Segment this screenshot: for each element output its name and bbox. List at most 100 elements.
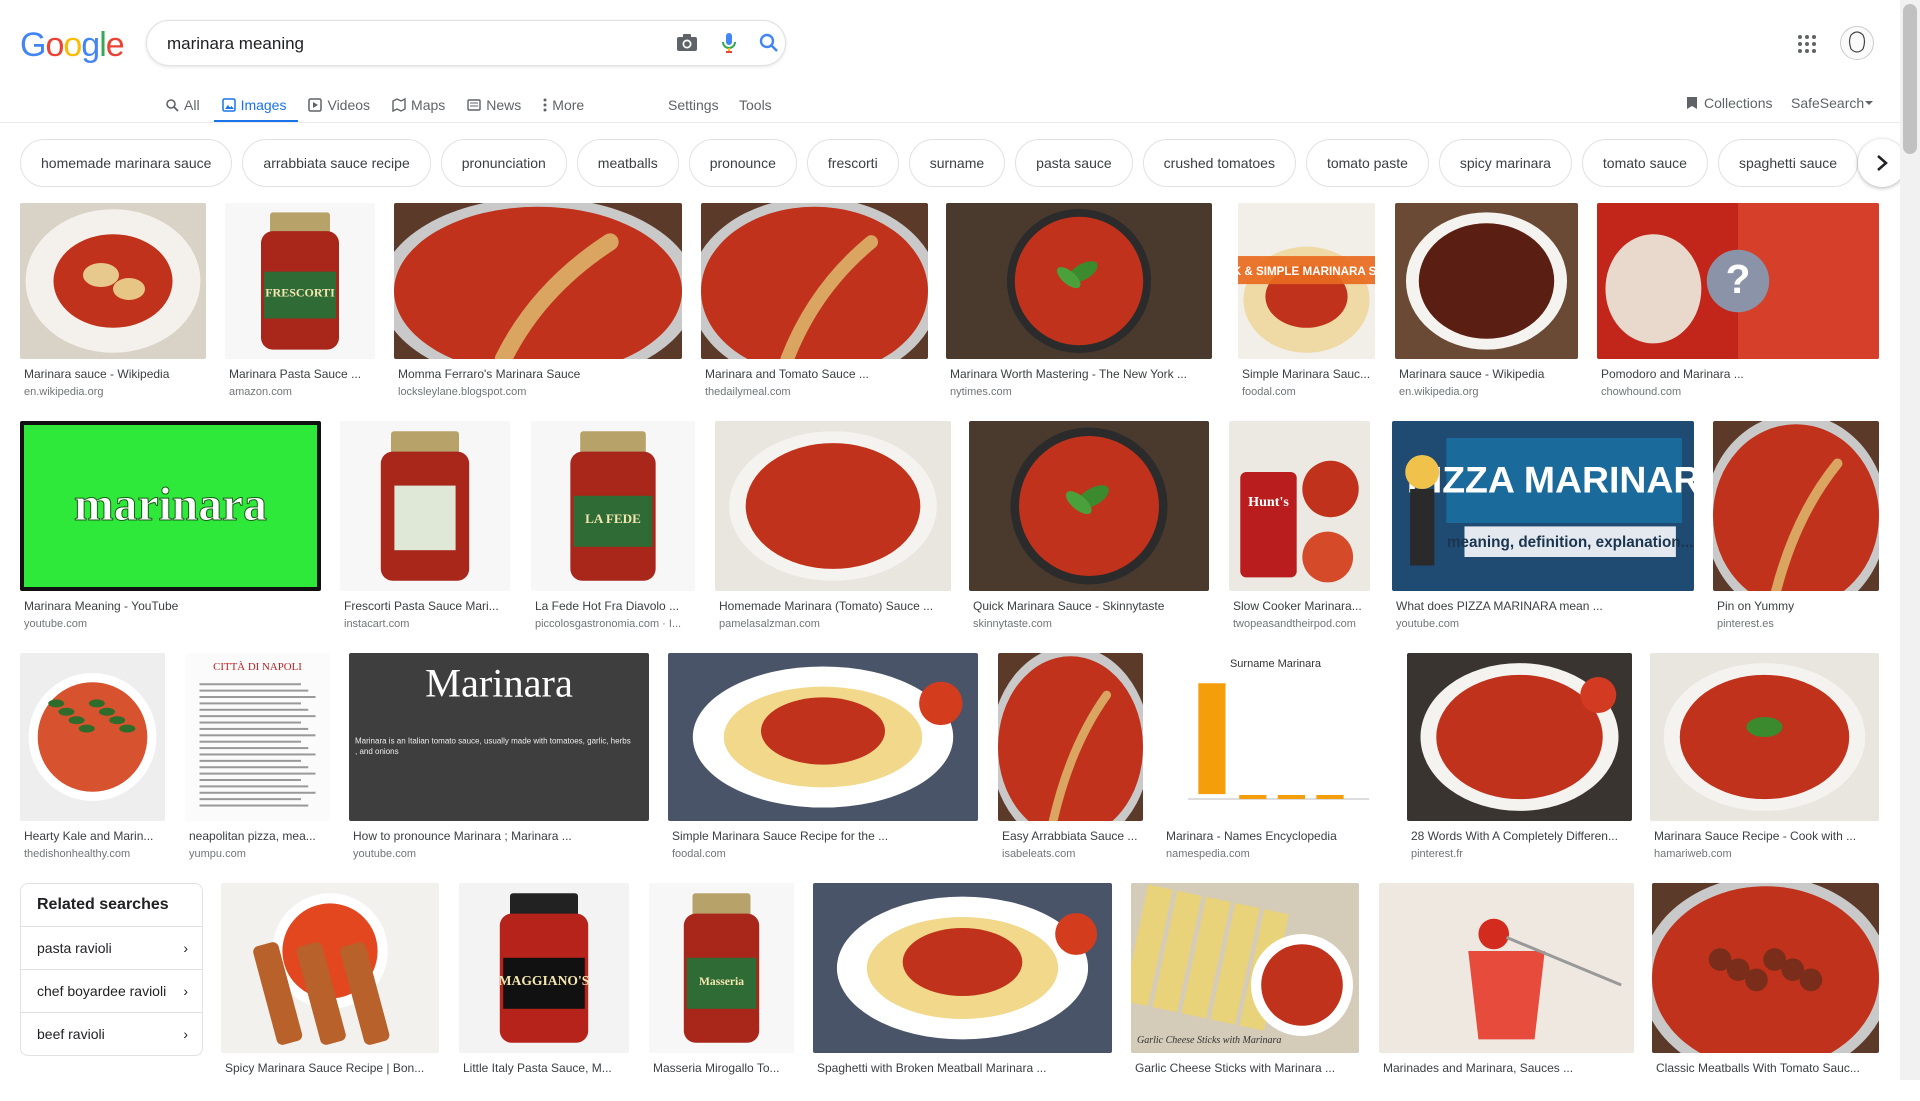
image-result[interactable]: Marinara Worth Mastering - The New York … — [946, 203, 1212, 407]
result-title[interactable]: neapolitan pizza, mea... — [189, 829, 326, 843]
image-result[interactable]: Classic Meatballs With Tomato Sauc... — [1652, 883, 1879, 1101]
related-search-item[interactable]: pasta ravioli › — [21, 927, 202, 970]
result-thumbnail[interactable]: FRESCORTI — [225, 203, 375, 359]
chip-tomato-sauce[interactable]: tomato sauce — [1581, 139, 1708, 187]
image-result[interactable]: Marinades and Marinara, Sauces ... — [1379, 883, 1634, 1101]
result-title[interactable]: Classic Meatballs With Tomato Sauc... — [1656, 1061, 1875, 1075]
result-thumbnail[interactable]: QUICK & SIMPLE MARINARA SAUCE — [1238, 203, 1375, 359]
result-thumbnail[interactable] — [1650, 653, 1879, 821]
chip-pronounce[interactable]: pronounce — [688, 139, 797, 187]
result-thumbnail[interactable] — [813, 883, 1112, 1053]
image-result[interactable]: Quick Marinara Sauce - Skinnytaste skinny… — [969, 421, 1209, 639]
chip-arrabbiata-sauce-recipe[interactable]: arrabbiata sauce recipe — [242, 139, 431, 187]
result-title[interactable]: Hearty Kale and Marin... — [24, 829, 161, 843]
image-result[interactable]: LA FEDE La Fede Hot Fra Diavolo ... piccol… — [531, 421, 695, 639]
chip-surname[interactable]: surname — [908, 139, 1006, 187]
result-thumbnail[interactable] — [701, 203, 928, 359]
result-thumbnail[interactable]: CITTÀ DI NAPOLI — [185, 653, 330, 821]
result-thumbnail[interactable] — [1395, 203, 1578, 359]
result-thumbnail[interactable]: PIZZA MARINARA meaning, definition, expla… — [1392, 421, 1694, 591]
result-thumbnail[interactable] — [998, 653, 1143, 821]
result-thumbnail[interactable] — [1652, 883, 1879, 1053]
image-result[interactable]: CITTÀ DI NAPOLI neapolitan pizza, mea... y… — [185, 653, 330, 869]
chip-crushed-tomatoes[interactable]: crushed tomatoes — [1142, 139, 1296, 187]
image-result[interactable]: PIZZA MARINARA meaning, definition, expla… — [1392, 421, 1694, 639]
image-result[interactable]: Marinara sauce - Wikipedia en.wikipedia.o… — [20, 203, 206, 407]
chip-pronunciation[interactable]: pronunciation — [440, 139, 567, 187]
result-title[interactable]: Marinara Worth Mastering - The New York … — [950, 367, 1208, 381]
tab-more[interactable]: More — [543, 88, 584, 122]
result-thumbnail[interactable]: LA FEDE — [531, 421, 695, 591]
result-title[interactable]: Quick Marinara Sauce - Skinnytaste — [973, 599, 1205, 613]
result-thumbnail[interactable] — [946, 203, 1212, 359]
image-result[interactable]: ? Pomodoro and Marinara ... chowhound.com — [1597, 203, 1879, 407]
result-title[interactable]: Spicy Marinara Sauce Recipe | Bon... — [225, 1061, 435, 1075]
result-title[interactable]: Masseria Mirogallo To... — [653, 1061, 790, 1075]
page-scrollbar[interactable] — [1900, 0, 1920, 1080]
image-result[interactable]: 28 Words With A Completely Differen... pi… — [1407, 653, 1632, 869]
result-thumbnail[interactable]: Surname Marinara — [1162, 653, 1389, 821]
result-thumbnail[interactable] — [1407, 653, 1632, 821]
settings-link[interactable]: Settings — [668, 88, 719, 122]
chip-frescorti[interactable]: frescorti — [806, 139, 899, 187]
search-box[interactable]: marinara meaning — [146, 20, 786, 66]
result-title[interactable]: Marinara Pasta Sauce ... — [229, 367, 371, 381]
tab-images[interactable]: Images — [213, 88, 299, 123]
image-result[interactable]: MAGGIANO'S Little Italy Pasta Sauce, M... — [459, 883, 629, 1101]
result-title[interactable]: Marinara sauce - Wikipedia — [24, 367, 202, 381]
google-logo[interactable]: Google — [20, 26, 125, 65]
tools-link[interactable]: Tools — [739, 88, 772, 122]
image-result[interactable]: Marinara Sauce Recipe - Cook with ... ham… — [1650, 653, 1879, 869]
chip-pasta-sauce[interactable]: pasta sauce — [1015, 139, 1133, 187]
scrollbar-thumb[interactable] — [1903, 4, 1917, 154]
image-result[interactable]: Spicy Marinara Sauce Recipe | Bon... — [221, 883, 439, 1101]
result-title[interactable]: Marinara sauce - Wikipedia — [1399, 367, 1574, 381]
image-result[interactable]: Marinara and Tomato Sauce ... thedailymea… — [701, 203, 928, 407]
apps-grid-icon[interactable] — [1797, 34, 1817, 54]
image-result[interactable]: Simple Marinara Sauce Recipe for the ...… — [668, 653, 978, 869]
related-search-item[interactable]: chef boyardee ravioli › — [21, 970, 202, 1013]
result-thumbnail[interactable]: MAGGIANO'S — [459, 883, 629, 1053]
result-title[interactable]: Easy Arrabbiata Sauce ... — [1002, 829, 1139, 843]
related-search-item[interactable]: beef ravioli › — [21, 1013, 202, 1055]
tab-all[interactable]: All — [166, 88, 200, 122]
result-title[interactable]: Garlic Cheese Sticks with Marinara ... — [1135, 1061, 1355, 1075]
image-result[interactable]: Homemade Marinara (Tomato) Sauce ... pame… — [715, 421, 951, 639]
microphone-icon[interactable] — [717, 31, 741, 55]
chip-scroll-right-button[interactable] — [1858, 139, 1906, 187]
result-title[interactable]: Simple Marinara Sauc... — [1242, 367, 1371, 381]
image-result[interactable]: Frescorti Pasta Sauce Mari... instacart.c… — [340, 421, 510, 639]
result-title[interactable]: Marinara Sauce Recipe - Cook with ... — [1654, 829, 1875, 843]
result-title[interactable]: Pin on Yummy — [1717, 599, 1875, 613]
result-title[interactable]: Momma Ferraro's Marinara Sauce — [398, 367, 678, 381]
image-result[interactable]: Surname Marinara Marinara - Names Encyclo… — [1162, 653, 1389, 869]
image-result[interactable]: Spaghetti with Broken Meatball Marinara … — [813, 883, 1112, 1101]
image-result[interactable]: Pin on Yummy pinterest.es — [1713, 421, 1879, 639]
image-result[interactable]: FRESCORTI Marinara Pasta Sauce ... amazon.… — [225, 203, 375, 407]
result-title[interactable]: Marinara Meaning - YouTube — [24, 599, 317, 613]
result-thumbnail[interactable]: marinara — [20, 421, 321, 591]
search-input[interactable]: marinara meaning — [167, 34, 304, 54]
image-result[interactable]: Hunt's Slow Cooker Marinara... twopeasandt… — [1229, 421, 1370, 639]
result-thumbnail[interactable] — [969, 421, 1209, 591]
collections-link[interactable]: Collections — [1686, 88, 1772, 118]
result-thumbnail[interactable] — [1713, 421, 1879, 591]
image-result[interactable]: Momma Ferraro's Marinara Sauce locksleyla… — [394, 203, 682, 407]
chip-meatballs[interactable]: meatballs — [576, 139, 679, 187]
result-title[interactable]: Slow Cooker Marinara... — [1233, 599, 1366, 613]
chip-tomato-paste[interactable]: tomato paste — [1305, 139, 1429, 187]
tab-maps[interactable]: Maps — [392, 88, 445, 122]
result-title[interactable]: Simple Marinara Sauce Recipe for the ... — [672, 829, 974, 843]
result-thumbnail[interactable] — [394, 203, 682, 359]
result-title[interactable]: Spaghetti with Broken Meatball Marinara … — [817, 1061, 1108, 1075]
tab-videos[interactable]: Videos — [308, 88, 370, 122]
result-title[interactable]: How to pronounce Marinara ; Marinara ... — [353, 829, 645, 843]
image-result[interactable]: Masseria Masseria Mirogallo To... — [649, 883, 794, 1101]
result-title[interactable]: Pomodoro and Marinara ... — [1601, 367, 1875, 381]
result-title[interactable]: Marinades and Marinara, Sauces ... — [1383, 1061, 1630, 1075]
result-title[interactable]: Little Italy Pasta Sauce, M... — [463, 1061, 625, 1075]
image-result[interactable]: Marinara Marinara is an Italian tomato sa… — [349, 653, 649, 869]
result-thumbnail[interactable] — [715, 421, 951, 591]
result-thumbnail[interactable] — [340, 421, 510, 591]
result-thumbnail[interactable]: Hunt's — [1229, 421, 1370, 591]
